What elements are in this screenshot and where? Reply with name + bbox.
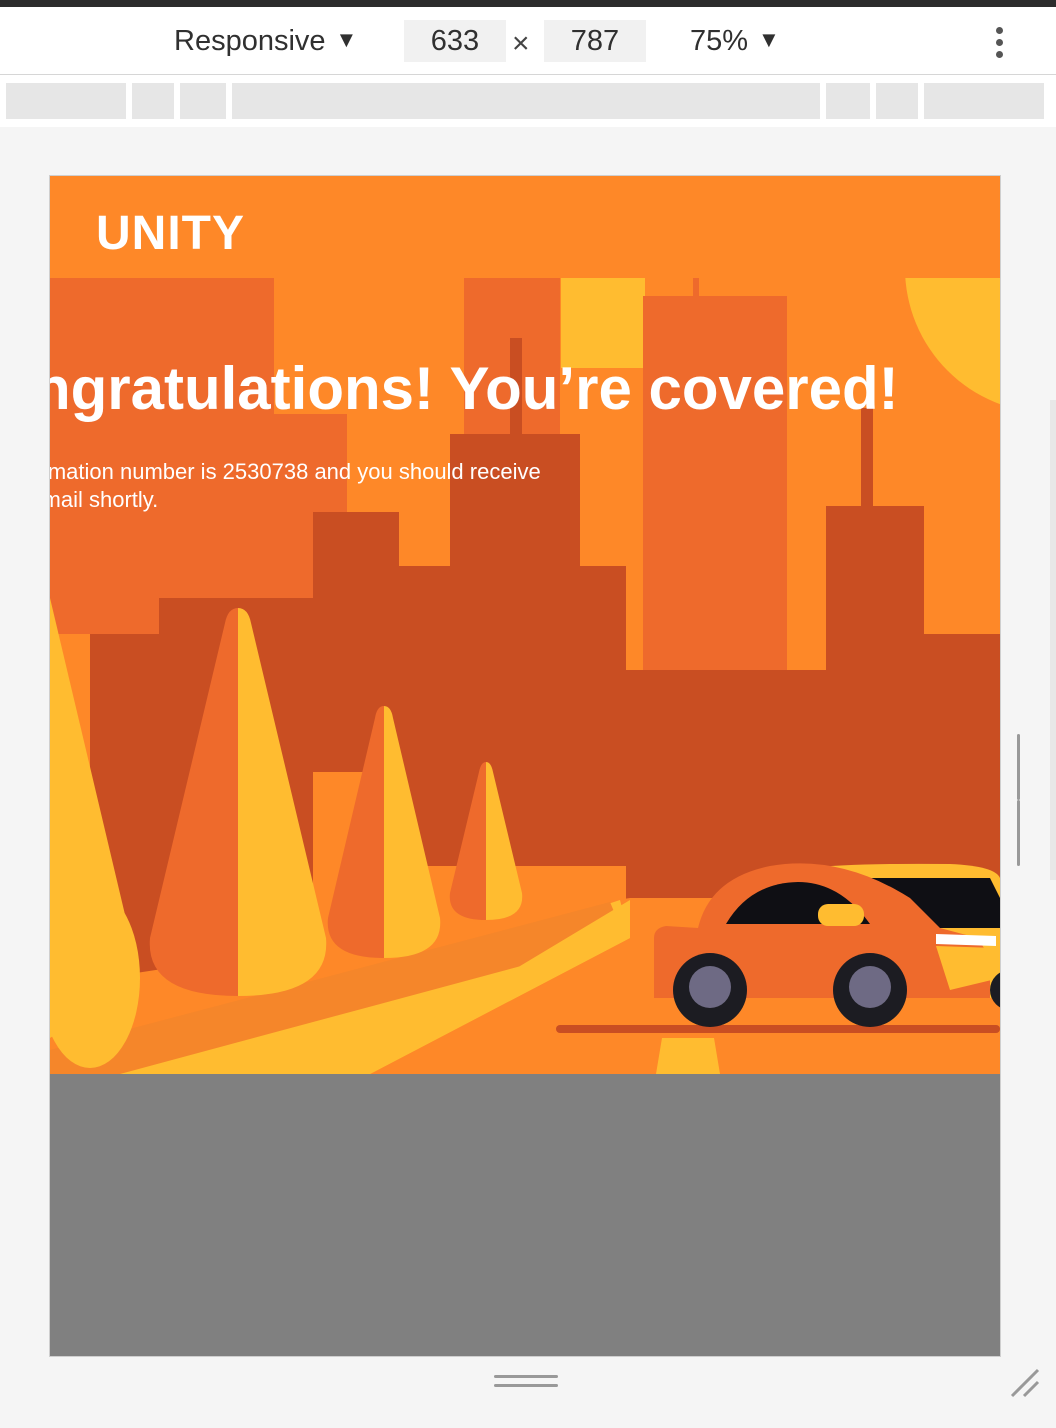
- zoom-dropdown[interactable]: 75% ▼: [690, 25, 780, 58]
- unity-logo[interactable]: UNITY: [96, 206, 245, 261]
- media-query-segment[interactable]: [232, 83, 820, 119]
- page-edge: [1050, 400, 1056, 880]
- kebab-vertical-icon[interactable]: [996, 27, 1008, 67]
- dropdown-arrow-icon: ▼: [335, 27, 358, 52]
- width-input[interactable]: [404, 20, 506, 62]
- site-header: UNITY: [50, 176, 1000, 278]
- device-label: Responsive: [174, 25, 326, 57]
- device-toolbar: Responsive ▼ × 75% ▼: [0, 7, 1056, 75]
- media-query-segment[interactable]: [132, 83, 174, 119]
- media-query-segment[interactable]: [180, 83, 226, 119]
- media-query-segment[interactable]: [924, 83, 1044, 119]
- dimension-separator: ×: [512, 27, 530, 60]
- device-dropdown[interactable]: Responsive ▼: [174, 25, 357, 58]
- confirmation-headline: Congratulations! You’re covered!: [50, 355, 899, 422]
- dropdown-arrow-icon: ▼: [758, 27, 780, 52]
- media-query-bar: [0, 75, 1056, 127]
- media-query-segment[interactable]: [6, 83, 126, 119]
- media-query-segment[interactable]: [876, 83, 918, 119]
- device-viewport: UNITY ngratulations! You’re covered! mat…: [50, 176, 1000, 1356]
- zoom-label: 75%: [690, 25, 749, 57]
- page-footer-area: [50, 1074, 1000, 1356]
- bottom-resize-handle[interactable]: [494, 1375, 558, 1393]
- right-resize-handle[interactable]: [1017, 734, 1033, 866]
- window-top-bar: [0, 0, 1056, 7]
- confirmation-message: Your order confirmation number is 253073…: [50, 459, 541, 512]
- corner-resize-icon[interactable]: [1008, 1366, 1042, 1405]
- height-input[interactable]: [544, 20, 646, 62]
- media-query-segment[interactable]: [826, 83, 870, 119]
- hero-section: Congratulations! You’re covered! Your or…: [50, 278, 1000, 1074]
